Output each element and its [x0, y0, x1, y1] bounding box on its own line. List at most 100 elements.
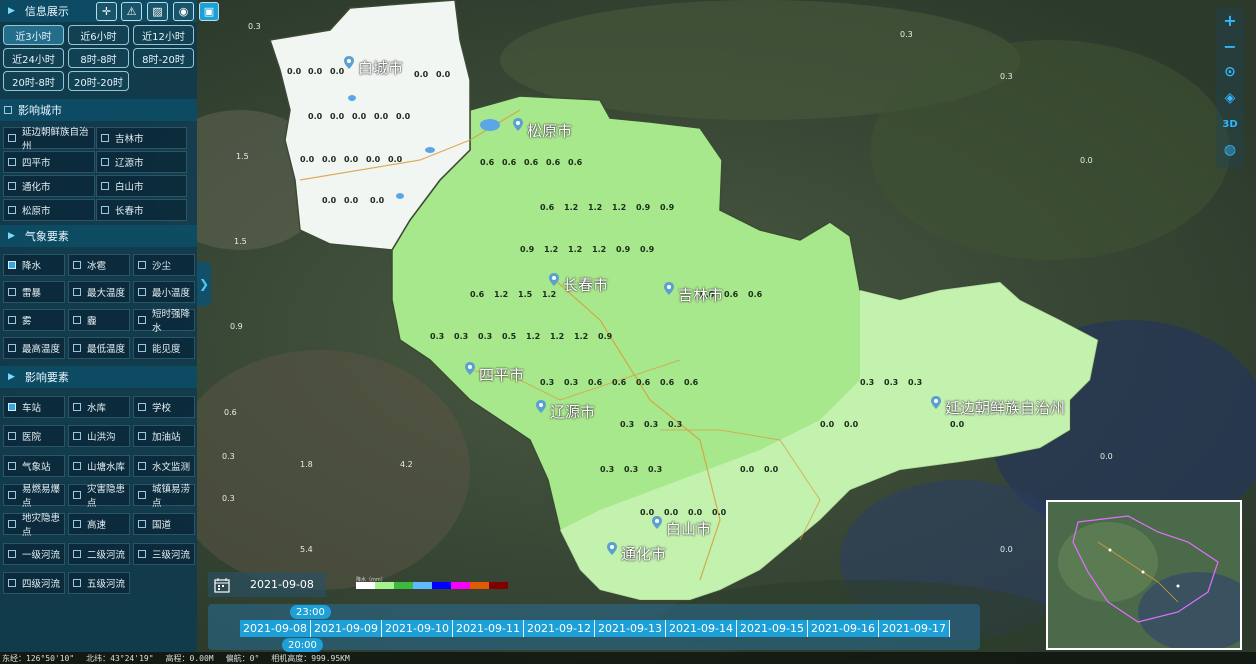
weather-checkbox[interactable]: 最大温度 — [68, 281, 130, 303]
timeline-day[interactable]: 2021-09-11 — [453, 620, 524, 637]
time-button-20-20[interactable]: 20时-20时 — [68, 71, 129, 91]
impact-checkbox[interactable]: 易燃易爆点 — [3, 484, 65, 509]
time-button-8-20[interactable]: 8时-20时 — [133, 48, 194, 68]
weather-checkbox[interactable]: 短时强降水 — [133, 309, 195, 334]
impact-checkbox[interactable]: 水库 — [68, 396, 130, 418]
time-button-3h[interactable]: 近3小时 — [3, 25, 64, 45]
weather-checkbox[interactable]: 降水 — [3, 254, 65, 276]
impact-checkbox[interactable]: 医院 — [3, 425, 65, 447]
heading-readout: 偏航：0° — [225, 653, 260, 663]
grid-value: 0.6 — [524, 158, 539, 167]
target-icon[interactable]: ◉ — [173, 2, 194, 21]
weather-checkbox[interactable]: 沙尘 — [133, 254, 195, 276]
weather-checkbox[interactable]: 冰雹 — [68, 254, 130, 276]
grid-value: 0.0 — [1080, 156, 1093, 165]
date-picker[interactable]: 2021-09-08 — [208, 572, 326, 597]
impact-checkbox[interactable]: 高速 — [68, 513, 130, 535]
time-button-12h[interactable]: 近12小时 — [133, 25, 194, 45]
hatch-icon[interactable]: ▨ — [147, 2, 168, 21]
impact-checkbox[interactable]: 三级河流 — [133, 543, 195, 565]
timeline-day[interactable]: 2021-09-14 — [666, 620, 737, 637]
location-pin-icon[interactable] — [344, 56, 354, 69]
city-label[interactable]: 白山市 — [666, 518, 711, 539]
weather-checkbox[interactable]: 能见度 — [133, 337, 195, 359]
weather-checkbox[interactable]: 雷暴 — [3, 281, 65, 303]
city-checkbox[interactable]: 长春市 — [96, 199, 187, 221]
time-button-8-8[interactable]: 8时-8时 — [68, 48, 129, 68]
city-label[interactable]: 四平市 — [479, 364, 524, 385]
impact-checkbox[interactable]: 国道 — [133, 513, 195, 535]
timeline-day[interactable]: 2021-09-12 — [524, 620, 595, 637]
city-checkbox[interactable]: 辽源市 — [96, 151, 187, 173]
globe-icon[interactable]: ◍ — [1216, 138, 1244, 162]
location-pin-icon[interactable] — [536, 400, 546, 413]
timeline-day[interactable]: 2021-09-10 — [382, 620, 453, 637]
time-button-24h[interactable]: 近24小时 — [3, 48, 64, 68]
weather-checkbox[interactable]: 霾 — [68, 309, 130, 331]
crosshair-icon[interactable]: ✛ — [96, 2, 117, 21]
city-section-header[interactable]: 影响城市 — [0, 99, 197, 121]
city-checkbox[interactable]: 吉林市 — [96, 127, 187, 149]
timeline-day[interactable]: 2021-09-13 — [595, 620, 666, 637]
city-checkbox[interactable]: 通化市 — [3, 175, 95, 197]
impact-checkbox[interactable]: 二级河流 — [68, 543, 130, 565]
city-checkbox[interactable]: 四平市 — [3, 151, 95, 173]
warning-icon[interactable]: ⚠ — [121, 2, 142, 21]
time-button-6h[interactable]: 近6小时 — [68, 25, 129, 45]
city-checkbox[interactable]: 松原市 — [3, 199, 95, 221]
impact-checkbox[interactable]: 山洪沟 — [68, 425, 130, 447]
city-label[interactable]: 延边朝鲜族自治州 — [945, 397, 1065, 418]
locate-icon[interactable]: ⊙ — [1216, 60, 1244, 84]
longitude-readout: 东经：126°50'10" — [2, 653, 75, 663]
city-label[interactable]: 松原市 — [527, 120, 572, 141]
impact-checkbox[interactable]: 水文监测 — [133, 455, 195, 477]
location-pin-icon[interactable] — [652, 516, 662, 529]
impact-checkbox[interactable]: 地灾隐患点 — [3, 513, 65, 538]
impact-checkbox[interactable]: 气象站 — [3, 455, 65, 477]
weather-checkbox[interactable]: 最高温度 — [3, 337, 65, 359]
city-label[interactable]: 白城市 — [358, 57, 403, 78]
timeline-day[interactable]: 2021-09-15 — [737, 620, 808, 637]
weather-checkbox[interactable]: 最小温度 — [133, 281, 195, 303]
location-pin-icon[interactable] — [931, 396, 941, 409]
impact-checkbox[interactable]: 五级河流 — [68, 572, 130, 594]
impact-checkbox[interactable]: 四级河流 — [3, 572, 65, 594]
city-label[interactable]: 辽源市 — [550, 401, 595, 422]
city-checkbox[interactable]: 白山市 — [96, 175, 187, 197]
overview-minimap[interactable] — [1046, 500, 1242, 650]
time-bubble-bottom[interactable]: 20:00 — [282, 638, 323, 652]
city-label[interactable]: 长春市 — [563, 274, 608, 295]
city-label[interactable]: 通化市 — [621, 543, 666, 564]
impact-checkbox[interactable]: 灾害隐患点 — [68, 484, 130, 509]
impact-checkbox[interactable]: 车站 — [3, 396, 65, 418]
location-pin-icon[interactable] — [513, 118, 523, 131]
impact-checkbox[interactable]: 学校 — [133, 396, 195, 418]
location-pin-icon[interactable] — [549, 273, 559, 286]
timeline-day[interactable]: 2021-09-17 — [879, 620, 950, 637]
impact-checkbox[interactable]: 加油站 — [133, 425, 195, 447]
impact-checkbox[interactable]: 城镇易涝点 — [133, 484, 195, 509]
grid-value: 0.3 — [668, 420, 683, 429]
location-pin-icon[interactable] — [607, 542, 617, 555]
location-pin-icon[interactable] — [664, 282, 674, 295]
time-bubble-top[interactable]: 23:00 — [290, 605, 331, 619]
city-label[interactable]: 吉林市 — [678, 284, 723, 305]
3d-icon[interactable]: 3D — [1216, 112, 1244, 136]
timeline-day[interactable]: 2021-09-16 — [808, 620, 879, 637]
briefcase-icon[interactable]: ▣ — [199, 2, 219, 21]
time-button-20-8[interactable]: 20时-8时 — [3, 71, 64, 91]
weather-checkbox[interactable]: 雾 — [3, 309, 65, 331]
impact-checkbox[interactable]: 山塘水库 — [68, 455, 130, 477]
grid-value: 0.0 — [712, 508, 727, 517]
layers-icon[interactable]: ◈ — [1216, 86, 1244, 110]
city-checkbox[interactable]: 延边朝鲜族自治州 — [3, 127, 95, 152]
timeline-day[interactable]: 2021-09-08 — [240, 620, 311, 637]
weather-checkbox[interactable]: 最低温度 — [68, 337, 130, 359]
zoom-out-icon[interactable]: − — [1216, 34, 1244, 58]
timeline-bar[interactable]: 2021-09-08 2021-09-09 2021-09-10 2021-09-11… — [208, 604, 980, 652]
timeline-day[interactable]: 2021-09-09 — [311, 620, 382, 637]
zoom-in-icon[interactable]: + — [1216, 8, 1244, 32]
impact-checkbox[interactable]: 一级河流 — [3, 543, 65, 565]
sidebar-collapse-toggle[interactable]: ❯ — [197, 262, 211, 306]
location-pin-icon[interactable] — [465, 362, 475, 375]
